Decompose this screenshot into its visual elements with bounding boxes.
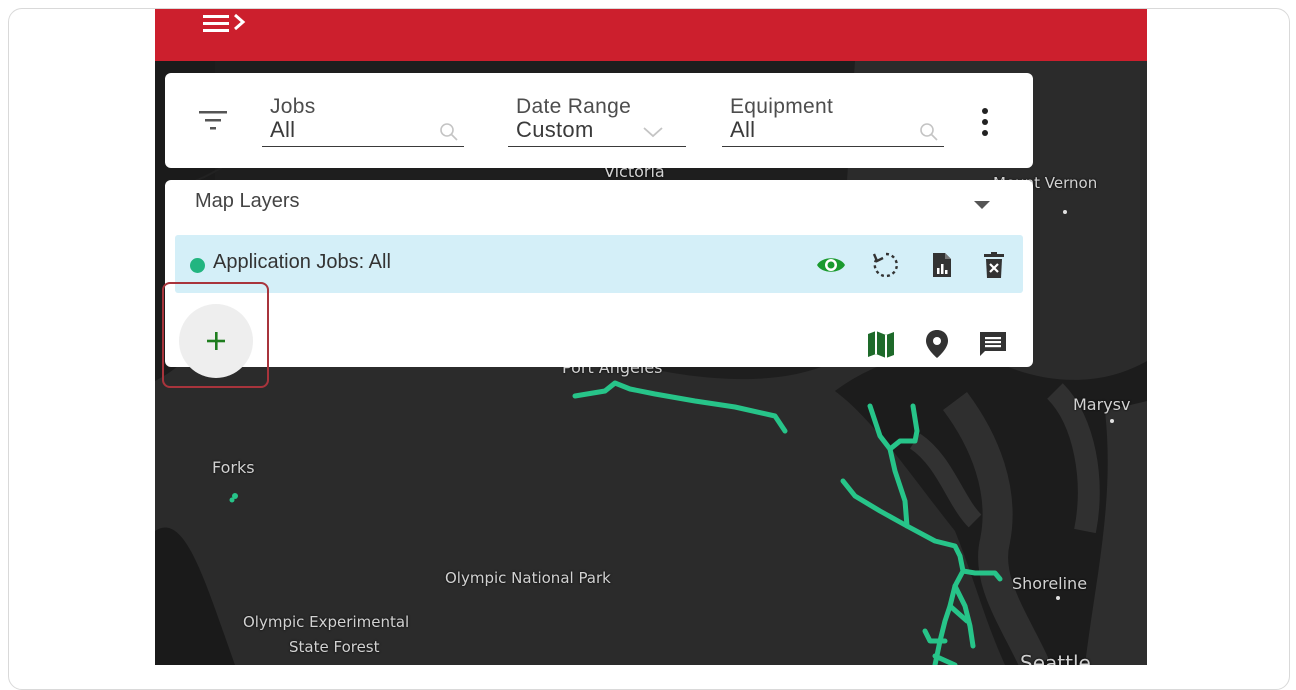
map-label-olympic-experimental: Olympic Experimental — [243, 613, 410, 631]
map-label-olympic-national-park: Olympic National Park — [445, 569, 611, 587]
jobs-filter-underline — [262, 145, 464, 147]
map-label-marysville: Marysv — [1073, 395, 1131, 414]
equipment-filter-label: Equipment — [730, 95, 834, 118]
eye-icon[interactable] — [816, 250, 846, 280]
more-vert-icon[interactable] — [977, 106, 993, 138]
equipment-filter-field[interactable]: Equipment All — [722, 95, 944, 147]
map-label-seattle: Seattle — [1020, 651, 1091, 665]
map-icon[interactable] — [865, 328, 897, 360]
layer-row-application-jobs[interactable]: Application Jobs: All — [175, 235, 1023, 293]
layer-status-dot — [190, 258, 205, 273]
chevron-down-icon[interactable] — [642, 125, 664, 147]
date-range-filter-label: Date Range — [516, 95, 632, 118]
equipment-filter-underline — [722, 145, 944, 147]
refresh-icon[interactable] — [871, 250, 901, 280]
filter-card: Jobs All Date Range Custom Equipment All — [165, 73, 1033, 168]
map-layers-title: Map Layers — [195, 190, 300, 212]
layer-label: Application Jobs: All — [213, 251, 391, 273]
location-pin-icon[interactable] — [921, 328, 953, 360]
map-label-shoreline: Shoreline — [1012, 574, 1088, 593]
comment-icon[interactable] — [977, 328, 1009, 360]
jobs-filter-value: All — [270, 117, 296, 142]
caret-down-icon[interactable] — [973, 198, 991, 210]
report-icon[interactable] — [927, 250, 957, 280]
add-button-highlight — [162, 282, 269, 388]
jobs-filter-field[interactable]: Jobs All — [262, 95, 464, 147]
jobs-filter-label: Jobs — [270, 95, 316, 118]
menu-expand-icon[interactable] — [201, 9, 261, 35]
search-icon[interactable] — [918, 121, 940, 143]
map-layers-card: Map Layers Application Jobs: All — [165, 180, 1033, 378]
delete-icon[interactable] — [979, 250, 1009, 280]
date-range-filter-value: Custom — [516, 117, 594, 142]
equipment-filter-value: All — [730, 117, 756, 142]
top-bar — [155, 9, 1147, 61]
map-label-forks: Forks — [212, 458, 255, 477]
app-window: Victoria Mount Vernon Port Angeles Marys… — [155, 9, 1147, 665]
date-range-filter-underline — [508, 145, 686, 147]
map-label-state-forest: State Forest — [289, 638, 380, 656]
date-range-filter-field[interactable]: Date Range Custom — [508, 95, 686, 147]
filter-icon[interactable] — [199, 109, 229, 133]
search-icon[interactable] — [438, 121, 460, 143]
